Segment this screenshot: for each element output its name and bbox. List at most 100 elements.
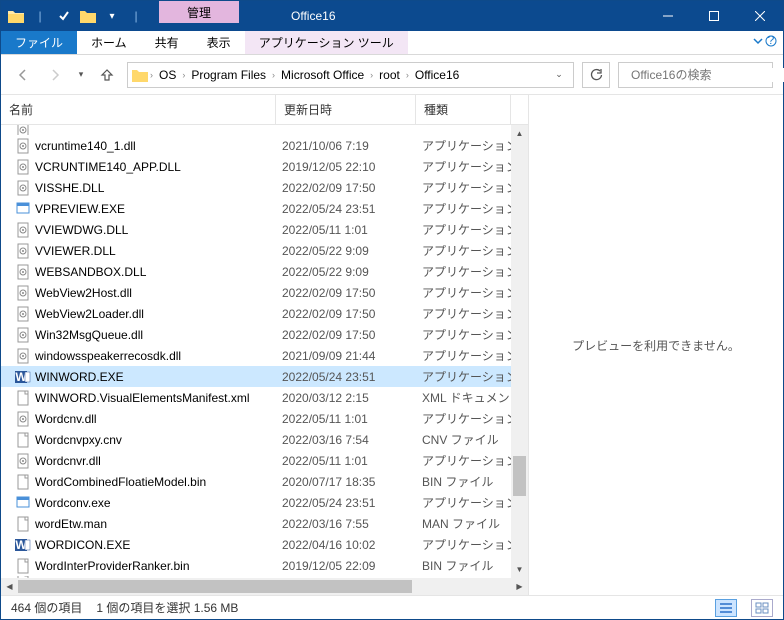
qat-overflow[interactable]: ▾ <box>101 5 123 27</box>
file-list: vcruntime140_1.dll2021/10/06 7:19アプリケーショ… <box>1 125 528 578</box>
file-name: Win32MsgQueue.dll <box>35 328 143 342</box>
scroll-down-button[interactable]: ▼ <box>511 561 528 578</box>
statusbar: 464 個の項目 1 個の項目を選択 1.56 MB <box>1 595 783 619</box>
tab-file[interactable]: ファイル <box>1 31 77 54</box>
file-date: 2020/03/12 2:15 <box>276 391 416 405</box>
minimize-button[interactable] <box>645 1 691 31</box>
table-row[interactable]: VVIEWDWG.DLL2022/05/11 1:01アプリケーション <box>1 219 528 240</box>
crumb-1[interactable]: Program Files <box>187 66 270 84</box>
up-button[interactable] <box>95 63 119 87</box>
crumb-0[interactable]: OS <box>155 66 180 84</box>
back-button[interactable] <box>11 63 35 87</box>
scroll-track-h[interactable] <box>18 578 511 595</box>
table-row[interactable]: WWINWORD.EXE2022/05/24 23:51アプリケーション <box>1 366 528 387</box>
chevron-right-icon[interactable]: › <box>370 70 373 80</box>
file-date: 2022/05/24 23:51 <box>276 370 416 384</box>
table-row[interactable]: Wordcnvpxy.cnv2022/03/16 7:54CNV ファイル <box>1 429 528 450</box>
scroll-left-button[interactable]: ◀ <box>1 578 18 595</box>
file-name: Wordcnvr.dll <box>35 454 101 468</box>
tab-home[interactable]: ホーム <box>77 31 141 54</box>
file-icon <box>15 432 31 448</box>
col-name[interactable]: 名前 <box>1 95 276 124</box>
view-details-button[interactable] <box>715 599 737 617</box>
history-dropdown[interactable]: ▾ <box>75 63 87 87</box>
column-headers: 名前 更新日時 種類 <box>1 95 528 125</box>
drive-icon <box>132 67 148 83</box>
maximize-button[interactable] <box>691 1 737 31</box>
table-row[interactable]: WEBSANDBOX.DLL2022/05/22 9:09アプリケーション <box>1 261 528 282</box>
table-row[interactable] <box>1 125 528 135</box>
scroll-right-button[interactable]: ▶ <box>511 578 528 595</box>
table-row[interactable]: WINWORD.VisualElementsManifest.xml2020/0… <box>1 387 528 408</box>
table-row[interactable]: Wordcnvr.dll2022/05/11 1:01アプリケーション <box>1 450 528 471</box>
col-type[interactable]: 種類 <box>416 95 511 124</box>
file-date: 2022/05/11 1:01 <box>276 412 416 426</box>
crumb-2[interactable]: Microsoft Office <box>277 66 368 84</box>
crumb-4[interactable]: Office16 <box>411 66 463 84</box>
chevron-right-icon[interactable]: › <box>150 70 153 80</box>
status-selected: 1 個の項目を選択 1.56 MB <box>96 599 238 616</box>
chevron-right-icon[interactable]: › <box>406 70 409 80</box>
table-row[interactable]: VISSHE.DLL2022/02/09 17:50アプリケーション <box>1 177 528 198</box>
scroll-thumb[interactable] <box>513 456 526 496</box>
scroll-thumb-h[interactable] <box>18 580 412 593</box>
table-row[interactable]: Wordconv.exe2022/05/24 23:51アプリケーション <box>1 492 528 513</box>
ribbon-expand[interactable]: ? <box>753 35 777 47</box>
file-name: VISSHE.DLL <box>35 181 104 195</box>
file-name: VVIEWDWG.DLL <box>35 223 128 237</box>
file-name: WebView2Loader.dll <box>35 307 144 321</box>
search-box[interactable] <box>618 62 773 88</box>
contextual-tab-header: 管理 <box>159 1 239 23</box>
table-row[interactable]: VPREVIEW.EXE2022/05/24 23:51アプリケーション <box>1 198 528 219</box>
search-input[interactable] <box>631 68 784 82</box>
col-date[interactable]: 更新日時 <box>276 95 416 124</box>
tab-view[interactable]: 表示 <box>193 31 245 54</box>
chevron-right-icon[interactable]: › <box>272 70 275 80</box>
table-row[interactable]: Wordcnv.dll2022/05/11 1:01アプリケーション <box>1 408 528 429</box>
forward-button[interactable] <box>43 63 67 87</box>
table-row[interactable]: WordCombinedFloatieModel.bin2020/07/17 1… <box>1 471 528 492</box>
scroll-up-button[interactable]: ▲ <box>511 125 528 142</box>
status-item-count: 464 個の項目 <box>11 599 82 616</box>
close-button[interactable] <box>737 1 783 31</box>
table-row[interactable]: wordEtw.man2022/03/16 7:55MAN ファイル <box>1 513 528 534</box>
scroll-track[interactable] <box>511 142 528 561</box>
file-icon <box>15 201 31 217</box>
table-row[interactable]: WebView2Host.dll2022/02/09 17:50アプリケーション <box>1 282 528 303</box>
table-row[interactable]: VCRUNTIME140_APP.DLL2019/12/05 22:10アプリケ… <box>1 156 528 177</box>
vertical-scrollbar[interactable]: ▲ ▼ <box>511 125 528 578</box>
file-icon <box>15 125 31 135</box>
table-row[interactable]: WebView2Loader.dll2022/02/09 17:50アプリケーシ… <box>1 303 528 324</box>
refresh-button[interactable] <box>582 62 610 88</box>
qat-separator-2: | <box>125 5 147 27</box>
qat-folder-icon[interactable] <box>5 5 27 27</box>
table-row[interactable]: vcruntime140_1.dll2021/10/06 7:19アプリケーショ… <box>1 135 528 156</box>
file-name: WINWORD.EXE <box>35 370 124 384</box>
qat-folder2-icon[interactable] <box>77 5 99 27</box>
file-icon <box>15 348 31 364</box>
file-icon <box>15 222 31 238</box>
file-icon <box>15 327 31 343</box>
file-icon <box>15 495 31 511</box>
table-row[interactable]: VVIEWER.DLL2022/05/22 9:09アプリケーション <box>1 240 528 261</box>
crumb-3[interactable]: root <box>375 66 404 84</box>
chevron-right-icon[interactable]: › <box>182 70 185 80</box>
file-date: 2022/04/16 10:02 <box>276 538 416 552</box>
file-date: 2021/09/09 21:44 <box>276 349 416 363</box>
file-icon: W <box>15 537 31 553</box>
tab-share[interactable]: 共有 <box>141 31 193 54</box>
table-row[interactable]: windowsspeakerrecosdk.dll2021/09/09 21:4… <box>1 345 528 366</box>
table-row[interactable]: WordInterProviderRanker.bin2019/12/05 22… <box>1 555 528 576</box>
breadcrumb[interactable]: › OS › Program Files › Microsoft Office … <box>127 62 574 88</box>
horizontal-scrollbar[interactable]: ◀ ▶ <box>1 578 528 595</box>
file-name: Wordcnv.dll <box>35 412 97 426</box>
file-date: 2022/03/16 7:54 <box>276 433 416 447</box>
table-row[interactable]: Win32MsgQueue.dll2022/02/09 17:50アプリケーショ… <box>1 324 528 345</box>
file-icon <box>15 180 31 196</box>
table-row[interactable]: WWORDICON.EXE2022/04/16 10:02アプリケーション <box>1 534 528 555</box>
view-icons-button[interactable] <box>751 599 773 617</box>
qat-check-icon[interactable] <box>53 5 75 27</box>
tab-app-tools[interactable]: アプリケーション ツール <box>245 31 408 54</box>
file-name: WebView2Host.dll <box>35 286 132 300</box>
breadcrumb-dropdown[interactable]: ⌄ <box>549 69 569 80</box>
